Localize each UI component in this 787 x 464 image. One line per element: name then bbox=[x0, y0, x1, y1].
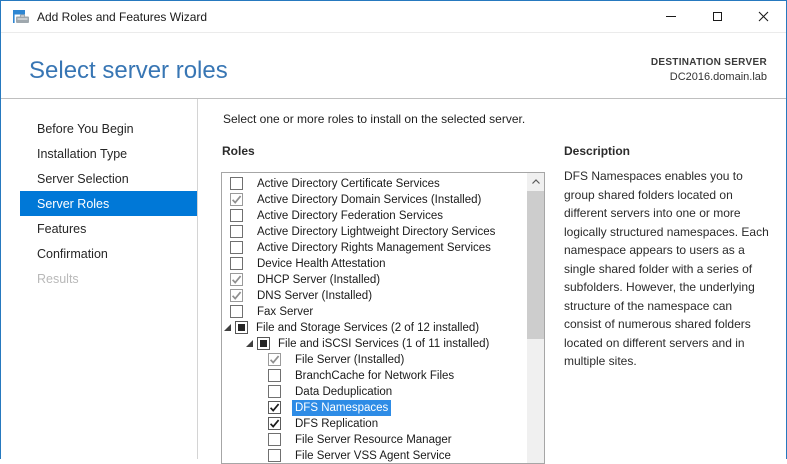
minimize-button[interactable] bbox=[648, 1, 694, 32]
sidebar-item-label: Results bbox=[37, 272, 79, 286]
role-label[interactable]: DNS Server (Installed) bbox=[254, 288, 375, 304]
role-label[interactable]: File and iSCSI Services (1 of 11 install… bbox=[275, 336, 492, 352]
role-checkbox[interactable] bbox=[268, 369, 281, 382]
role-label[interactable]: BranchCache for Network Files bbox=[292, 368, 457, 384]
role-row-device-health-attestation[interactable]: Device Health Attestation bbox=[222, 256, 527, 272]
role-row-file-and-iscsi-services-1-of-11-installed[interactable]: File and iSCSI Services (1 of 11 install… bbox=[222, 336, 527, 352]
role-row-fax-server[interactable]: Fax Server bbox=[222, 304, 527, 320]
sidebar-item-installation-type[interactable]: Installation Type bbox=[20, 141, 197, 166]
caption-buttons bbox=[648, 1, 786, 32]
role-row-active-directory-federation-services[interactable]: Active Directory Federation Services bbox=[222, 208, 527, 224]
role-label[interactable]: Active Directory Lightweight Directory S… bbox=[254, 224, 498, 240]
close-icon bbox=[758, 11, 769, 22]
sidebar-item-server-selection[interactable]: Server Selection bbox=[20, 166, 197, 191]
role-checkbox[interactable] bbox=[268, 385, 281, 398]
role-row-active-directory-rights-management-services[interactable]: Active Directory Rights Management Servi… bbox=[222, 240, 527, 256]
sidebar-separator bbox=[197, 99, 198, 459]
role-row-active-directory-certificate-services[interactable]: Active Directory Certificate Services bbox=[222, 176, 527, 192]
scroll-up-button[interactable] bbox=[527, 173, 544, 190]
tree-expander-icon[interactable] bbox=[246, 340, 253, 347]
maximize-icon bbox=[713, 12, 722, 21]
role-checkbox[interactable] bbox=[230, 241, 243, 254]
destination-server-name: DC2016.domain.lab bbox=[651, 71, 767, 83]
role-checkbox[interactable] bbox=[268, 449, 281, 462]
window-title: Add Roles and Features Wizard bbox=[37, 10, 207, 24]
sidebar-item-label: Installation Type bbox=[37, 147, 127, 161]
role-row-active-directory-lightweight-directory-services[interactable]: Active Directory Lightweight Directory S… bbox=[222, 224, 527, 240]
role-row-dhcp-server-installed[interactable]: DHCP Server (Installed) bbox=[222, 272, 527, 288]
wizard-window: Add Roles and Features Wizard Select ser… bbox=[0, 0, 787, 459]
role-label[interactable]: DFS Replication bbox=[292, 416, 381, 432]
tree-expander-icon[interactable] bbox=[224, 324, 231, 331]
sidebar-item-label: Features bbox=[37, 222, 86, 236]
role-checkbox[interactable] bbox=[230, 289, 243, 302]
sidebar-item-label: Confirmation bbox=[37, 247, 108, 261]
role-checkbox[interactable] bbox=[230, 273, 243, 286]
maximize-button[interactable] bbox=[694, 1, 740, 32]
roles-wizard-icon bbox=[12, 9, 30, 24]
role-label[interactable]: File Server (Installed) bbox=[292, 352, 407, 368]
title-bar: Add Roles and Features Wizard bbox=[1, 1, 786, 33]
role-label[interactable]: File Server Resource Manager bbox=[292, 432, 455, 448]
roles-listbox[interactable]: Active Directory Certificate ServicesAct… bbox=[221, 172, 545, 464]
wizard-steps-sidebar: Before You Begin Installation Type Server … bbox=[2, 116, 197, 291]
role-row-file-server-installed[interactable]: File Server (Installed) bbox=[222, 352, 527, 368]
role-checkbox[interactable] bbox=[230, 257, 243, 270]
role-row-file-server-vss-agent-service[interactable]: File Server VSS Agent Service bbox=[222, 448, 527, 464]
sidebar-item-results: Results bbox=[20, 266, 197, 291]
role-checkbox[interactable] bbox=[230, 225, 243, 238]
role-label[interactable]: Active Directory Certificate Services bbox=[254, 176, 443, 192]
minimize-icon bbox=[666, 16, 676, 17]
sidebar-item-label: Before You Begin bbox=[37, 122, 134, 136]
role-label[interactable]: Active Directory Domain Services (Instal… bbox=[254, 192, 484, 208]
role-checkbox[interactable] bbox=[268, 433, 281, 446]
chevron-up-icon bbox=[531, 178, 541, 186]
scrollbar-thumb[interactable] bbox=[527, 191, 544, 339]
sidebar-item-confirmation[interactable]: Confirmation bbox=[20, 241, 197, 266]
role-checkbox[interactable] bbox=[230, 177, 243, 190]
role-label[interactable]: Fax Server bbox=[254, 304, 316, 320]
role-checkbox[interactable] bbox=[235, 321, 248, 334]
roles-section-label: Roles bbox=[222, 144, 255, 158]
role-row-file-and-storage-services-2-of-12-installed[interactable]: File and Storage Services (2 of 12 insta… bbox=[222, 320, 527, 336]
page-title: Select server roles bbox=[29, 57, 228, 85]
sidebar-item-server-roles[interactable]: Server Roles bbox=[20, 191, 197, 216]
destination-server-label: DESTINATION SERVER bbox=[651, 57, 767, 68]
role-label[interactable]: Active Directory Federation Services bbox=[254, 208, 446, 224]
role-checkbox[interactable] bbox=[230, 305, 243, 318]
role-checkbox[interactable] bbox=[268, 417, 281, 430]
role-label[interactable]: File and Storage Services (2 of 12 insta… bbox=[253, 320, 482, 336]
role-row-data-deduplication[interactable]: Data Deduplication bbox=[222, 384, 527, 400]
role-checkbox[interactable] bbox=[268, 401, 281, 414]
role-description-text: DFS Namespaces enables you to group shar… bbox=[564, 167, 769, 371]
role-row-dns-server-installed[interactable]: DNS Server (Installed) bbox=[222, 288, 527, 304]
role-checkbox[interactable] bbox=[230, 209, 243, 222]
role-row-branchcache-for-network-files[interactable]: BranchCache for Network Files bbox=[222, 368, 527, 384]
destination-server-block: DESTINATION SERVER DC2016.domain.lab bbox=[651, 57, 767, 83]
sidebar-item-before-you-begin[interactable]: Before You Begin bbox=[20, 116, 197, 141]
role-label[interactable]: DHCP Server (Installed) bbox=[254, 272, 383, 288]
instruction-text: Select one or more roles to install on t… bbox=[223, 112, 525, 126]
close-button[interactable] bbox=[740, 1, 786, 32]
role-checkbox[interactable] bbox=[230, 193, 243, 206]
roles-tree: Active Directory Certificate ServicesAct… bbox=[222, 176, 527, 464]
description-section-label: Description bbox=[564, 144, 630, 158]
header-separator bbox=[1, 98, 786, 99]
role-row-active-directory-domain-services-installed[interactable]: Active Directory Domain Services (Instal… bbox=[222, 192, 527, 208]
sidebar-item-features[interactable]: Features bbox=[20, 216, 197, 241]
role-row-dfs-replication[interactable]: DFS Replication bbox=[222, 416, 527, 432]
role-checkbox[interactable] bbox=[268, 353, 281, 366]
sidebar-item-label: Server Roles bbox=[37, 197, 109, 211]
role-row-dfs-namespaces[interactable]: DFS Namespaces bbox=[222, 400, 527, 416]
role-checkbox[interactable] bbox=[257, 337, 270, 350]
sidebar-item-label: Server Selection bbox=[37, 172, 129, 186]
role-row-file-server-resource-manager[interactable]: File Server Resource Manager bbox=[222, 432, 527, 448]
role-label[interactable]: DFS Namespaces bbox=[292, 400, 391, 416]
role-label[interactable]: Device Health Attestation bbox=[254, 256, 389, 272]
roles-scrollbar[interactable] bbox=[527, 173, 544, 463]
role-label[interactable]: Active Directory Rights Management Servi… bbox=[254, 240, 494, 256]
role-label[interactable]: File Server VSS Agent Service bbox=[292, 448, 454, 464]
role-label[interactable]: Data Deduplication bbox=[292, 384, 395, 400]
